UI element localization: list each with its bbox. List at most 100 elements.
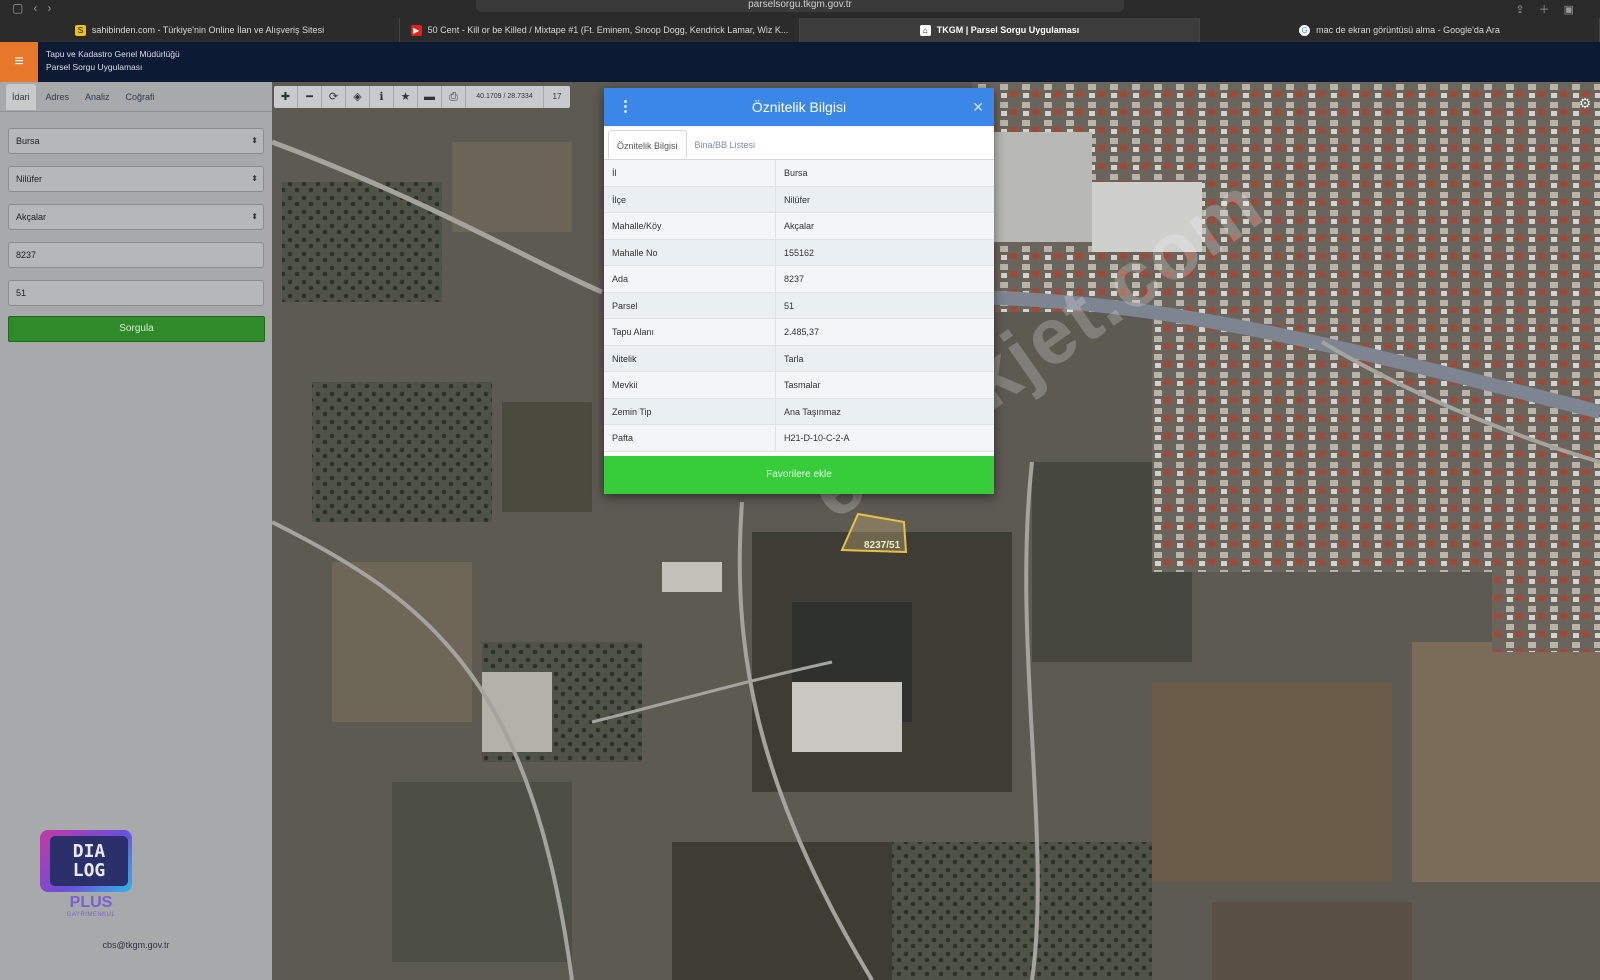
address-bar[interactable]: parselsorgu.tkgm.gov.tr bbox=[476, 0, 1124, 12]
row-value: Tasmalar bbox=[784, 380, 821, 390]
row-value: Ana Taşınmaz bbox=[784, 406, 841, 417]
tab-label: 50 Cent - Kill or be Killed / Mixtape #1… bbox=[427, 25, 789, 35]
table-row: Mahalle/Köy Akçalar bbox=[604, 213, 994, 240]
row-value: 155162 bbox=[784, 247, 815, 258]
table-row: Zemin Tip Ana Taşınmaz bbox=[604, 398, 994, 425]
table-row: Mevkii Tasmalar bbox=[604, 372, 994, 399]
info-icon[interactable]: ℹ bbox=[370, 86, 394, 108]
measure-icon[interactable]: ▬ bbox=[418, 86, 442, 108]
select-caret-icon: ⬍ bbox=[251, 136, 258, 145]
row-key: Mevkii bbox=[604, 372, 776, 398]
zoom-in-icon[interactable]: ✚ bbox=[274, 86, 298, 108]
map-toolbar: ✚ ━ ⟳ ◈ ℹ ★ ▬ ⎙ 40.1709 / 28.7334 17 bbox=[274, 86, 570, 108]
youtube-favicon-icon: ▶ bbox=[410, 24, 422, 36]
tab-oznitelik-bilgisi[interactable]: Öznitelik Bilgisi bbox=[608, 130, 687, 159]
row-value: Bursa bbox=[784, 168, 808, 178]
table-row: Tapu Alanı 2.485,37 bbox=[604, 319, 994, 346]
table-row: Pafta H21-D-10-C-2-A bbox=[604, 425, 994, 452]
row-value: H21-D-10-C-2-A bbox=[784, 433, 850, 443]
row-key: İl bbox=[604, 160, 776, 186]
sorgula-button[interactable]: Sorgula bbox=[8, 316, 265, 342]
ilce-select[interactable]: Nilüfer ⬍ bbox=[8, 166, 264, 192]
attribute-popup: ⋮ Öznitelik Bilgisi ✕ Öznitelik Bilgisi … bbox=[604, 88, 994, 494]
refresh-icon[interactable]: ⟳ bbox=[322, 86, 346, 108]
zoom-out-icon[interactable]: ━ bbox=[298, 86, 322, 108]
logo-line-1: DIA bbox=[72, 841, 106, 862]
logo-plus: PLUS bbox=[69, 894, 113, 911]
app-header: ≡ Tapu ve Kadastro Genel Müdürlüğü Parse… bbox=[0, 42, 1600, 82]
il-select[interactable]: Bursa ⬍ bbox=[8, 128, 264, 154]
row-key: Mahalle/Köy bbox=[604, 213, 776, 239]
tab-analiz[interactable]: Analiz bbox=[79, 84, 116, 110]
browser-tab-bar: S sahibinden.com - Türkiye'nin Online İl… bbox=[0, 18, 1600, 42]
hamburger-menu-icon[interactable]: ≡ bbox=[0, 42, 38, 82]
parsel-input-value: 51 bbox=[16, 288, 27, 298]
app-titles: Tapu ve Kadastro Genel Müdürlüğü Parsel … bbox=[46, 48, 180, 74]
browser-action-icons[interactable]: ⇪＋▣ bbox=[1515, 1, 1588, 17]
browser-tab-tkgm[interactable]: ⌂ TKGM | Parsel Sorgu Uygulaması bbox=[800, 18, 1200, 42]
table-row: İlçe Nilüfer bbox=[604, 186, 994, 213]
coordinate-readout: 40.1709 / 28.7334 bbox=[466, 86, 544, 108]
app-title: Parsel Sorgu Uygulaması bbox=[46, 62, 143, 72]
logo-sub: GAYRİMENKUL bbox=[66, 912, 116, 918]
table-row: Mahalle No 155162 bbox=[604, 239, 994, 266]
contact-email[interactable]: cbs@tkgm.gov.tr bbox=[0, 940, 272, 950]
row-key: Ada bbox=[604, 266, 776, 292]
row-key: Nitelik bbox=[604, 345, 776, 371]
table-row: Parsel 51 bbox=[604, 292, 994, 319]
select-caret-icon: ⬍ bbox=[251, 174, 258, 183]
gear-icon[interactable]: ⚙ bbox=[1576, 94, 1594, 112]
ilce-select-value: Nilüfer bbox=[16, 174, 43, 184]
row-value: Nilüfer bbox=[784, 194, 811, 205]
parcel-label[interactable]: 8237/51 bbox=[864, 540, 900, 551]
logo-text: DIA LOG bbox=[50, 836, 128, 886]
dialog-plus-logo: DIA LOG PLUS GAYRİMENKUL bbox=[36, 830, 136, 926]
add-to-favorites-button[interactable]: Favorilere ekle bbox=[604, 456, 994, 494]
ada-input-value: 8237 bbox=[16, 250, 37, 260]
parsel-input[interactable]: 51 bbox=[8, 280, 264, 306]
tab-label: mac de ekran görüntüsü alma - Google'da … bbox=[1316, 25, 1500, 35]
row-key: Parsel bbox=[604, 292, 776, 318]
print-icon[interactable]: ⎙ bbox=[442, 86, 466, 108]
browser-tab-sahibinden[interactable]: S sahibinden.com - Türkiye'nin Online İl… bbox=[0, 18, 400, 42]
tab-label: sahibinden.com - Türkiye'nin Online İlan… bbox=[91, 25, 325, 35]
popup-header: ⋮ Öznitelik Bilgisi ✕ bbox=[604, 88, 994, 126]
tab-adres[interactable]: Adres bbox=[40, 84, 76, 110]
sahibinden-favicon-icon: S bbox=[74, 24, 86, 36]
row-key: İlçe bbox=[604, 186, 776, 212]
tab-bina-bb-listesi[interactable]: Bina/BB Listesi bbox=[687, 130, 764, 159]
row-key: Zemin Tip bbox=[604, 398, 776, 424]
il-select-value: Bursa bbox=[16, 136, 40, 146]
mahalle-select-value: Akçalar bbox=[16, 212, 47, 222]
row-key: Tapu Alanı bbox=[604, 319, 776, 345]
popup-tabs: Öznitelik Bilgisi Bina/BB Listesi bbox=[604, 126, 994, 160]
table-row: Ada 8237 bbox=[604, 266, 994, 293]
tab-idari[interactable]: İdari bbox=[6, 83, 36, 110]
browser-tab-google[interactable]: G mac de ekran görüntüsü alma - Google'd… bbox=[1200, 18, 1600, 42]
browser-toolbar: ▢‹› parselsorgu.tkgm.gov.tr ⇪＋▣ bbox=[0, 0, 1600, 18]
select-caret-icon: ⬍ bbox=[251, 212, 258, 221]
tab-label: TKGM | Parsel Sorgu Uygulaması bbox=[936, 25, 1080, 35]
table-row: Nitelik Tarla bbox=[604, 345, 994, 372]
mahalle-select[interactable]: Akçalar ⬍ bbox=[8, 204, 264, 230]
browser-nav-icons[interactable]: ▢‹› bbox=[12, 1, 61, 15]
favorite-star-icon[interactable]: ★ bbox=[394, 86, 418, 108]
row-value: 51 bbox=[784, 300, 795, 311]
row-value: 2.485,37 bbox=[784, 327, 820, 337]
row-value: 8237 bbox=[784, 274, 805, 284]
row-value: Tarla bbox=[784, 353, 804, 364]
left-panel: İdari Adres Analiz Coğrafi Bursa ⬍ Nilüf… bbox=[0, 82, 272, 980]
locate-icon[interactable]: ◈ bbox=[346, 86, 370, 108]
logo-line-2: LOG bbox=[72, 860, 106, 881]
row-key: Mahalle No bbox=[604, 239, 776, 265]
left-panel-tabs: İdari Adres Analiz Coğrafi bbox=[0, 82, 272, 112]
google-favicon-icon: G bbox=[1299, 24, 1311, 36]
tkgm-favicon-icon: ⌂ bbox=[919, 24, 931, 36]
tab-cografi[interactable]: Coğrafi bbox=[120, 84, 161, 110]
row-key: Pafta bbox=[604, 425, 776, 451]
org-title: Tapu ve Kadastro Genel Müdürlüğü bbox=[46, 49, 180, 59]
browser-tab-youtube[interactable]: ▶ 50 Cent - Kill or be Killed / Mixtape … bbox=[400, 18, 800, 42]
zoom-level-readout: 17 bbox=[552, 92, 562, 101]
close-icon[interactable]: ✕ bbox=[972, 88, 984, 126]
ada-input[interactable]: 8237 bbox=[8, 242, 264, 268]
